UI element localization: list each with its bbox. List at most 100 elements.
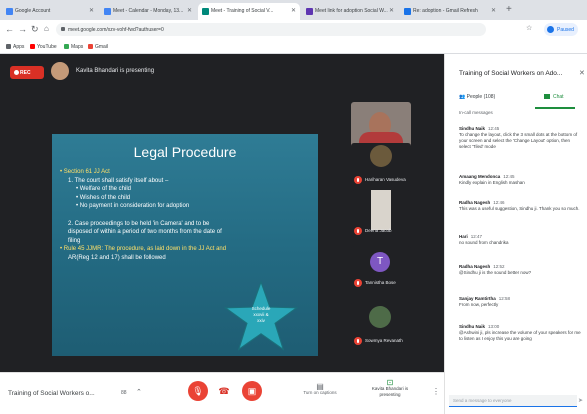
tab-title: Meet link for adoption Social W... — [315, 8, 388, 14]
bookmark-youtube[interactable]: YouTube — [30, 44, 57, 50]
meet-favicon-icon — [202, 8, 209, 15]
url-field[interactable]: meet.google.com/xzv-vohf-fwd?authuser=0 — [56, 23, 486, 36]
youtube-icon — [30, 44, 35, 49]
tab-title: Re: adoption - Gmail Refresh — [413, 8, 478, 14]
tab-google-account[interactable]: Google Account ✕ — [2, 3, 98, 20]
slide-line: disposed of within a period of two month… — [68, 229, 222, 236]
bookmark-label: Apps — [13, 44, 25, 50]
lock-icon — [61, 27, 65, 31]
participant-tile[interactable]: Hariharan Vasudeva — [351, 143, 411, 187]
participant-avatar — [369, 306, 391, 328]
bookmark-label: Gmail — [95, 44, 109, 50]
bookmark-label: YouTube — [37, 44, 57, 50]
participant-tile[interactable]: Deena Jacob — [351, 190, 411, 238]
presenting-status-label: Kavita Bhandari is presenting — [371, 386, 409, 397]
leave-call-button[interactable]: ☎ — [214, 381, 234, 401]
message-sender: Radha Nagesh 12:52 — [459, 264, 581, 269]
close-tab-icon[interactable]: ✕ — [89, 7, 94, 14]
bookmark-star-icon[interactable]: ☆ — [526, 24, 532, 32]
mic-off-icon: 🎙 — [192, 386, 204, 396]
reload-icon[interactable]: ↻ — [31, 24, 39, 35]
slide-line: AR(Reg 12 and 17) shall be followed — [68, 254, 166, 261]
message-sender: Sindhu Naik 13:00 — [459, 324, 581, 329]
chevron-up-icon[interactable]: ⌃ — [136, 388, 142, 396]
message-sender: Radha Nagesh 12:46 — [459, 200, 581, 205]
bookmarks-bar: Apps YouTube Maps Gmail — [0, 39, 587, 54]
slide-title: Legal Procedure — [133, 144, 237, 160]
forward-icon[interactable]: → — [18, 24, 27, 34]
google-favicon-icon — [6, 8, 13, 15]
app-window: Google Account ✕ Meet - Calendar - Monda… — [0, 0, 587, 414]
bookmark-apps[interactable]: Apps — [6, 44, 24, 50]
participant-name: Tannistha Bose — [365, 280, 396, 285]
sender-name: Radha Nagesh — [459, 264, 491, 269]
tab-meet-active[interactable]: Meet - Training of Social V... ✕ — [198, 3, 300, 20]
chat-message: Radha Nagesh 12:52 @Sindhu ji is the soun… — [459, 264, 581, 276]
send-icon[interactable]: ➤ — [578, 397, 583, 404]
message-time: 12:45 — [488, 126, 500, 131]
record-dot-icon — [14, 70, 19, 75]
back-icon[interactable]: ← — [5, 24, 14, 34]
calendar-favicon-icon — [104, 8, 111, 15]
message-sender: Hari 12:47 — [459, 234, 581, 239]
participant-video — [371, 190, 391, 230]
close-tab-icon[interactable]: ✕ — [291, 7, 296, 14]
doc-favicon-icon — [306, 8, 313, 15]
camera-button[interactable]: ▣ — [242, 381, 262, 401]
bookmark-gmail[interactable]: Gmail — [88, 44, 108, 50]
mic-off-icon — [354, 337, 362, 345]
message-text: To change the layout, click the 3 small … — [459, 132, 578, 149]
close-tab-icon[interactable]: ✕ — [389, 7, 394, 14]
message-time: 12:52 — [493, 264, 505, 269]
microphone-button[interactable]: 🎙 — [188, 381, 208, 401]
tab-meet-link[interactable]: Meet link for adoption Social W... ✕ — [302, 3, 398, 20]
participant-tile[interactable]: Sowmya Revanath — [351, 302, 411, 348]
participant-name: Hariharan Vasudeva — [365, 177, 406, 182]
tab-chat[interactable]: Chat — [544, 94, 564, 100]
slide-line: 1. The court shall satisfy itself about … — [68, 177, 169, 184]
close-tab-icon[interactable]: ✕ — [187, 7, 192, 14]
message-time: 13:00 — [488, 324, 500, 329]
slide-line: 2. Case proceedings to be held 'in Camer… — [68, 220, 210, 227]
chat-icon — [544, 94, 550, 99]
camera-off-icon: ▣ — [247, 386, 257, 396]
star-caption-line: xxiv — [257, 318, 265, 323]
participant-tile[interactable]: T Tannistha Bose — [351, 246, 411, 290]
sender-name: Sanjay Ramtirtha — [459, 296, 496, 301]
bookmark-maps[interactable]: Maps — [64, 44, 83, 50]
chat-message: Sindhu Naik 12:45 To change the layout, c… — [459, 126, 581, 150]
slide-line — [60, 211, 314, 220]
home-icon[interactable]: ⌂ — [44, 24, 49, 33]
message-time: 12:58 — [498, 296, 511, 301]
new-tab-button[interactable]: + — [506, 4, 512, 15]
people-count: 88 — [121, 390, 127, 396]
gmail-favicon-icon — [404, 8, 411, 15]
present-now-button[interactable]: ⊡ Kavita Bhandari is presenting — [368, 379, 412, 398]
presentation-slide: Legal Procedure • Section 61 JJ Act 1. T… — [52, 134, 318, 356]
message-time: 12:47 — [470, 234, 483, 239]
meeting-details-button[interactable]: Training of Social Workers o... — [8, 390, 95, 397]
tab-gmail[interactable]: Re: adoption - Gmail Refresh ✕ — [400, 3, 500, 20]
tab-title: Meet - Training of Social V... — [211, 8, 274, 14]
rec-label: REC — [20, 70, 31, 76]
more-options-icon[interactable]: ⋮ — [432, 387, 440, 396]
close-icon[interactable]: ✕ — [579, 69, 585, 77]
tab-calendar[interactable]: Meet - Calendar - Monday, 13... ✕ — [100, 3, 196, 20]
close-tab-icon[interactable]: ✕ — [491, 7, 496, 14]
participant-avatar: T — [370, 252, 390, 272]
tab-people[interactable]: 👥 People (108) — [459, 94, 495, 100]
profile-button[interactable]: Paused — [544, 23, 578, 36]
profile-label: Paused — [557, 27, 574, 33]
message-time: 12:46 — [493, 200, 505, 205]
chat-input[interactable]: Send a message to everyone — [449, 395, 577, 407]
message-text: This was a useful suggestion, Sindhu ji.… — [459, 206, 580, 211]
recording-badge: REC — [10, 66, 44, 79]
message-sender: Sanjay Ramtirtha 12:58 — [459, 296, 581, 301]
captions-button[interactable]: ▤ Turn on captions — [302, 383, 338, 396]
chat-message: Radha Nagesh 12:46 This was a useful sugg… — [459, 200, 581, 212]
chat-subtitle: In-call messages — [459, 110, 493, 115]
slide-line: filing — [68, 237, 81, 244]
message-sender: Amaang Mendonca 12:45 — [459, 174, 581, 179]
sender-name: Radha Nagesh — [459, 200, 491, 205]
tab-title: Meet - Calendar - Monday, 13... — [113, 8, 184, 14]
